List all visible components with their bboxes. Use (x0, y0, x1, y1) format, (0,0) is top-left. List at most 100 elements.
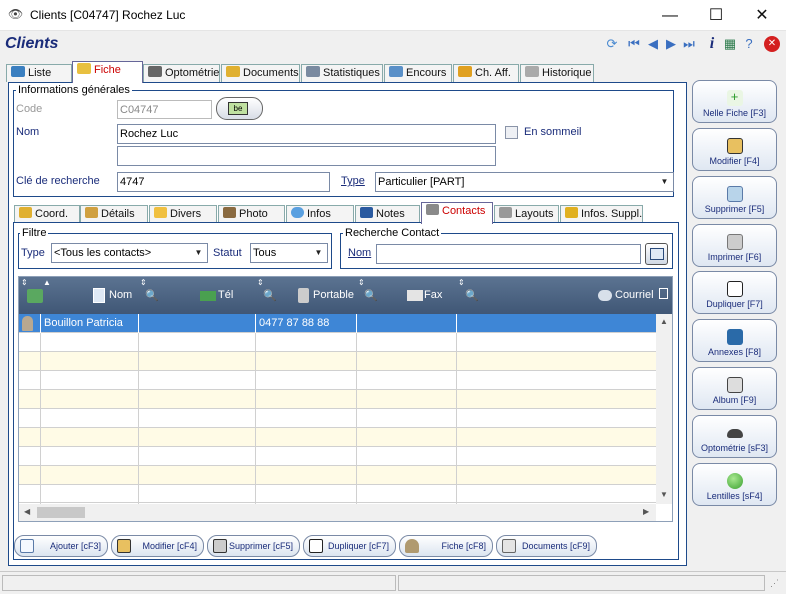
last-record-icon[interactable]: ⏭ (681, 36, 697, 52)
button-label: Dupliquer [F7] (706, 299, 763, 309)
empty-row (19, 485, 656, 504)
col-portable-search-icon[interactable]: 🔍 (364, 289, 378, 302)
table-row[interactable]: Bouillon Patricia 0477 87 88 88 (19, 314, 656, 333)
info-icon[interactable]: i (704, 36, 720, 52)
vertical-scrollbar[interactable]: ▲ ▼ (656, 314, 672, 504)
subtab-photo[interactable]: Photo (218, 205, 285, 223)
type-link[interactable]: Type (341, 175, 365, 187)
dupliquer-fiche-button[interactable]: Dupliquer [F7] (692, 271, 777, 314)
subtab-notes[interactable]: Notes (355, 205, 420, 223)
trash-icon (726, 186, 743, 202)
eye-icon (148, 66, 162, 77)
chevron-down-icon[interactable]: ▼ (657, 174, 672, 190)
tab-liste[interactable]: Liste (6, 64, 72, 82)
scroll-down-icon[interactable]: ▼ (660, 490, 668, 499)
subtab-divers[interactable]: Divers (149, 205, 217, 223)
documents-icon (226, 66, 240, 77)
subtab-label: Divers (170, 208, 202, 220)
sort-icon[interactable]: ⇕ (458, 278, 465, 287)
nouvelle-fiche-button[interactable]: + Nelle Fiche [F3] (692, 80, 777, 123)
code-lookup-button[interactable]: be (216, 97, 263, 120)
cell-tel (139, 314, 256, 333)
maximize-button[interactable]: ☐ (693, 0, 739, 31)
cle-field[interactable]: 4747 (117, 172, 330, 192)
type-select[interactable]: Particulier [PART] ▼ (375, 172, 674, 192)
button-label: Modifier [F4] (709, 156, 760, 166)
tab-statistiques[interactable]: Statistiques (301, 64, 383, 82)
tab-fiche[interactable]: Fiche (72, 61, 143, 83)
filter-type-select[interactable]: <Tous les contacts> ▼ (51, 243, 208, 263)
col-tel-search-icon[interactable]: 🔍 (263, 289, 277, 302)
document-icon (154, 207, 167, 218)
sort-icon[interactable]: ⇕ (358, 278, 365, 287)
documents-contact-button[interactable]: Documents [cF9] (496, 535, 597, 557)
subtab-layouts[interactable]: Layouts (494, 205, 559, 223)
ajouter-contact-button[interactable]: Ajouter [cF3] (14, 535, 108, 557)
chevron-down-icon[interactable]: ▼ (311, 245, 326, 261)
sort-icon[interactable]: ⇕ (257, 278, 264, 287)
subtab-label: Coord. (35, 208, 69, 220)
column-chooser-icon[interactable] (659, 288, 668, 299)
calculator-icon[interactable]: ▦ (722, 36, 738, 52)
status-pane-2 (398, 575, 765, 591)
lentilles-button[interactable]: Lentilles [sF4] (692, 463, 777, 506)
resize-grip-icon[interactable]: ⋰ (770, 578, 779, 589)
dupliquer-contact-button[interactable]: Dupliquer [cF7] (303, 535, 396, 557)
supprimer-contact-button[interactable]: Supprimer [cF5] (207, 535, 300, 557)
horizontal-scrollbar[interactable]: ◀ ▶ (19, 504, 656, 521)
close-button[interactable]: ✕ (739, 0, 785, 31)
subtab-coord[interactable]: Coord. (14, 205, 80, 223)
col-portable[interactable]: Portable (313, 289, 354, 301)
supprimer-fiche-button[interactable]: Supprimer [F5] (692, 176, 777, 219)
sommeil-checkbox[interactable] (505, 126, 518, 139)
subtab-details[interactable]: Détails (80, 205, 148, 223)
col-courriel[interactable]: Courriel (615, 289, 654, 301)
first-record-icon[interactable]: ⏮ (626, 36, 642, 52)
chevron-down-icon[interactable]: ▼ (191, 245, 206, 261)
scroll-right-icon[interactable]: ▶ (643, 507, 649, 516)
fiche-contact-button[interactable]: Fiche [cF8] (399, 535, 493, 557)
search-nom-input[interactable] (376, 244, 641, 264)
next-record-icon[interactable]: ▶ (663, 36, 679, 52)
subtab-contacts[interactable]: Contacts (421, 202, 493, 224)
tab-historique[interactable]: Historique (520, 64, 594, 82)
nom-field[interactable]: Rochez Luc (117, 124, 496, 144)
code-field[interactable]: C04747 (117, 100, 212, 119)
col-fax-search-icon[interactable]: 🔍 (465, 289, 479, 302)
previous-record-icon[interactable]: ◀ (645, 36, 661, 52)
help-icon[interactable]: ? (741, 36, 757, 52)
sort-icon[interactable]: ⇕ (140, 278, 147, 287)
minimize-button[interactable]: — (647, 0, 693, 31)
sort-icon[interactable]: ⇕ (21, 278, 28, 287)
modifier-fiche-button[interactable]: Modifier [F4] (692, 128, 777, 171)
history-icon (525, 66, 539, 77)
tab-encours[interactable]: Encours (384, 64, 452, 82)
album-button[interactable]: Album [F9] (692, 367, 777, 410)
close-red-icon[interactable]: ✕ (764, 36, 780, 52)
tab-ch-aff[interactable]: Ch. Aff. (453, 64, 519, 82)
tab-documents[interactable]: Documents (221, 64, 300, 82)
scroll-thumb[interactable] (37, 507, 85, 518)
button-label: Fiche [cF8] (441, 541, 486, 551)
search-contact-button[interactable] (645, 243, 668, 265)
tab-optometrie[interactable]: Optométrie (143, 64, 220, 82)
sort-up-icon[interactable]: ▲ (43, 278, 51, 287)
empty-row (19, 466, 656, 485)
col-nom-search-icon[interactable]: 🔍 (145, 289, 159, 302)
email-column-icon (598, 290, 612, 301)
col-tel[interactable]: Tél (218, 289, 233, 301)
modifier-contact-button[interactable]: Modifier [cF4] (111, 535, 204, 557)
col-nom[interactable]: Nom (109, 289, 132, 301)
imprimer-button[interactable]: Imprimer [F6] (692, 224, 777, 267)
nom2-field[interactable] (117, 146, 496, 166)
subtab-infos-suppl[interactable]: Infos. Suppl. (560, 205, 643, 223)
col-fax[interactable]: Fax (424, 289, 442, 301)
subtab-infos[interactable]: Infos (286, 205, 354, 223)
eye-icon (726, 429, 743, 438)
refresh-icon[interactable]: ⟳ (604, 36, 620, 52)
filter-statut-select[interactable]: Tous ▼ (250, 243, 328, 263)
scroll-up-icon[interactable]: ▲ (660, 317, 668, 326)
optometrie-button[interactable]: Optométrie [sF3] (692, 415, 777, 458)
scroll-left-icon[interactable]: ◀ (24, 507, 30, 516)
annexes-button[interactable]: Annexes [F8] (692, 319, 777, 362)
